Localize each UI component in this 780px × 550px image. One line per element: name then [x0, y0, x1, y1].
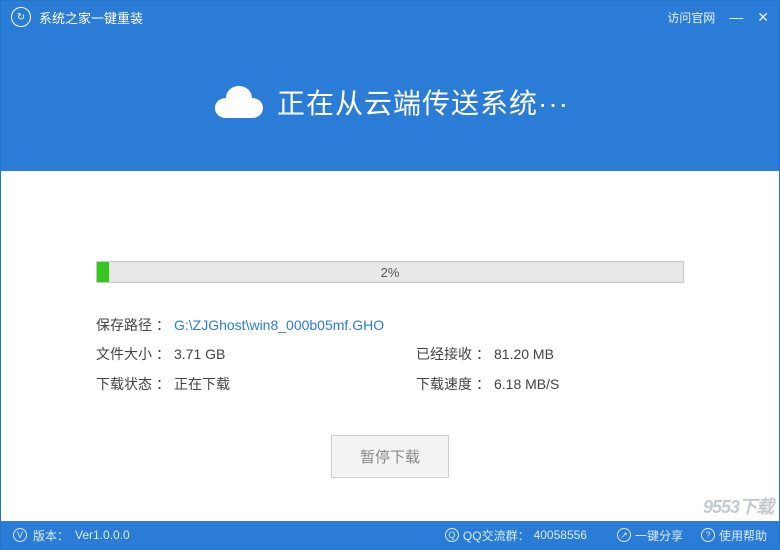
banner-status-text: 正在从云端传送系统··· [277, 82, 569, 122]
qq-icon: Q [445, 528, 459, 542]
save-path-label: 保存路径 [96, 311, 152, 340]
received-value: 81.20 MB [494, 340, 554, 369]
help-icon: ? [701, 528, 715, 542]
help-button[interactable]: ? 使用帮助 [701, 527, 767, 544]
progress-bar: 2% [96, 261, 684, 283]
app-title: 系统之家一键重装 [39, 8, 667, 27]
footer: V 版本： Ver1.0.0.0 Q QQ交流群： 40058556 ↗ 一键分… [1, 521, 779, 549]
visit-site-link[interactable]: 访问官网 [667, 9, 715, 26]
version-value: Ver1.0.0.0 [75, 528, 130, 542]
close-button[interactable]: ✕ [757, 10, 769, 24]
version-icon: V [13, 528, 27, 542]
save-path-value[interactable]: G:\ZJGhost\win8_000b05mf.GHO [174, 311, 384, 340]
titlebar: ↻ 系统之家一键重装 访问官网 — ✕ [1, 1, 779, 33]
app-logo-icon: ↻ [11, 7, 31, 27]
content: 2% 保存路径 ： G:\ZJGhost\win8_000b05mf.GHO 文… [1, 171, 779, 521]
speed-value: 6.18 MB/S [494, 370, 559, 399]
banner: 正在从云端传送系统··· [1, 33, 779, 171]
progress-percent-label: 2% [97, 262, 683, 282]
download-info: 保存路径 ： G:\ZJGhost\win8_000b05mf.GHO 文件大小… [96, 311, 684, 399]
status-value: 正在下载 [174, 370, 230, 399]
file-size-label: 文件大小 [96, 340, 152, 369]
speed-label: 下载速度 [416, 370, 472, 399]
share-icon: ↗ [617, 528, 631, 542]
qq-group-link[interactable]: Q QQ交流群： 40058556 [445, 527, 587, 544]
received-label: 已经接收 [416, 340, 472, 369]
version-label: 版本： [33, 527, 69, 544]
file-size-value: 3.71 GB [174, 340, 225, 369]
minimize-button[interactable]: — [729, 10, 743, 24]
share-button[interactable]: ↗ 一键分享 [617, 527, 683, 544]
status-label: 下载状态 [96, 370, 152, 399]
watermark: 9553下载 [703, 493, 773, 519]
cloud-icon [211, 84, 263, 120]
pause-download-button[interactable]: 暂停下载 [331, 435, 449, 478]
